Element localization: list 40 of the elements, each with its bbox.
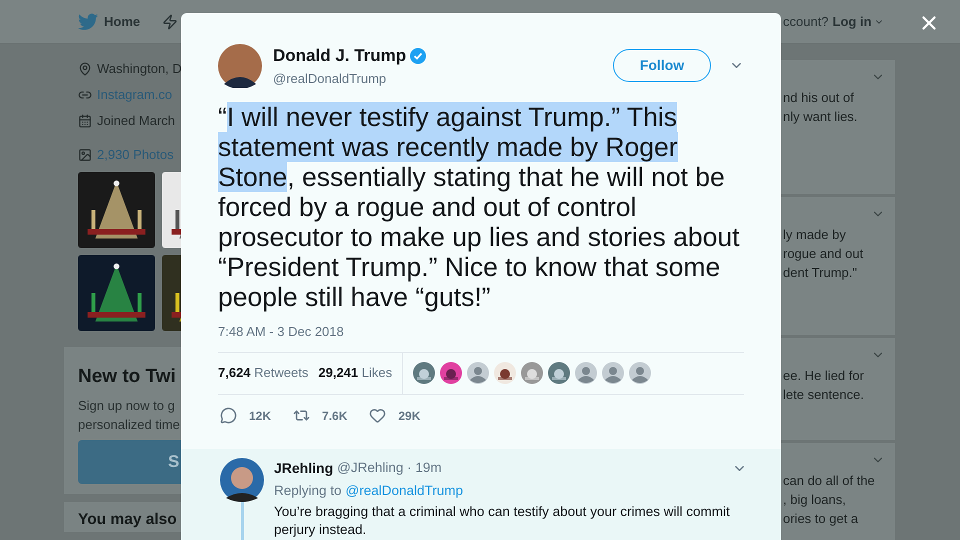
retweet-action[interactable]: 7.6K (293, 406, 348, 424)
tweet-timestamp: 7:48 AM - 3 Dec 2018 (218, 323, 345, 341)
follow-button[interactable]: Follow (613, 49, 711, 82)
speech-bubble-icon (220, 407, 237, 424)
reply-meta: @JRehling · 19m (337, 458, 442, 477)
default-avatar-icon[interactable] (602, 362, 624, 384)
reply-author-name[interactable]: JRehling (274, 458, 334, 478)
feed-text: can do all of the , big loans, ories to get a (782, 472, 876, 528)
reply-action[interactable]: 12K (220, 406, 272, 424)
login-link[interactable]: Log in (832, 12, 884, 32)
account-prompt: ccount? (783, 12, 829, 31)
author-handle[interactable]: @realDonaldTrump (273, 68, 426, 88)
heart-icon (369, 407, 386, 424)
bird-icon (78, 12, 98, 30)
lightning-icon[interactable] (162, 12, 178, 30)
default-avatar-icon[interactable] (575, 362, 598, 384)
photos-icon (78, 148, 92, 162)
default-avatar-icon[interactable] (467, 362, 490, 384)
joined-text: Joined March (97, 112, 176, 130)
signup-title: New to Twi (78, 365, 177, 389)
default-avatar-icon[interactable] (629, 362, 652, 384)
feed-text: ly made by rogue and out dent Trump." (782, 226, 864, 282)
suggestions-title: You may also (78, 510, 177, 528)
like-action[interactable]: 29K (369, 406, 420, 424)
feed-text: nd his out of nly want lies. (782, 89, 858, 126)
mention-link[interactable]: @realDonaldTrump (346, 480, 464, 501)
likes-count[interactable]: 29,241 Likes (318, 363, 392, 383)
retweets-count[interactable]: 7,624 Retweets (218, 363, 308, 383)
signup-text: Sign up now to g personalized time (78, 396, 181, 434)
author-name[interactable]: Donald J. Trump (273, 43, 406, 68)
avatar[interactable] (218, 44, 262, 88)
replying-to-label: Replying to (274, 482, 342, 500)
feed-text: ee. He lied for lete sentence. (782, 367, 865, 404)
avatar[interactable] (220, 458, 264, 502)
home-link[interactable]: Home (78, 12, 140, 32)
location-icon (78, 62, 92, 76)
reply-text: You’re bragging that a criminal who can testify about your crimes will commit perjury instead. (274, 502, 731, 539)
tweet-text: “I will never testify against Trump.” This statement was recently made by Roger Stone, essentially stating that he will not be forced by a rogue and out of control prosecutor to make up lies and stories about “President Trump.” Nice to know that some people still have “guts!” (218, 102, 740, 312)
location-text: Washington, D (97, 60, 182, 78)
calendar-icon (78, 114, 92, 128)
